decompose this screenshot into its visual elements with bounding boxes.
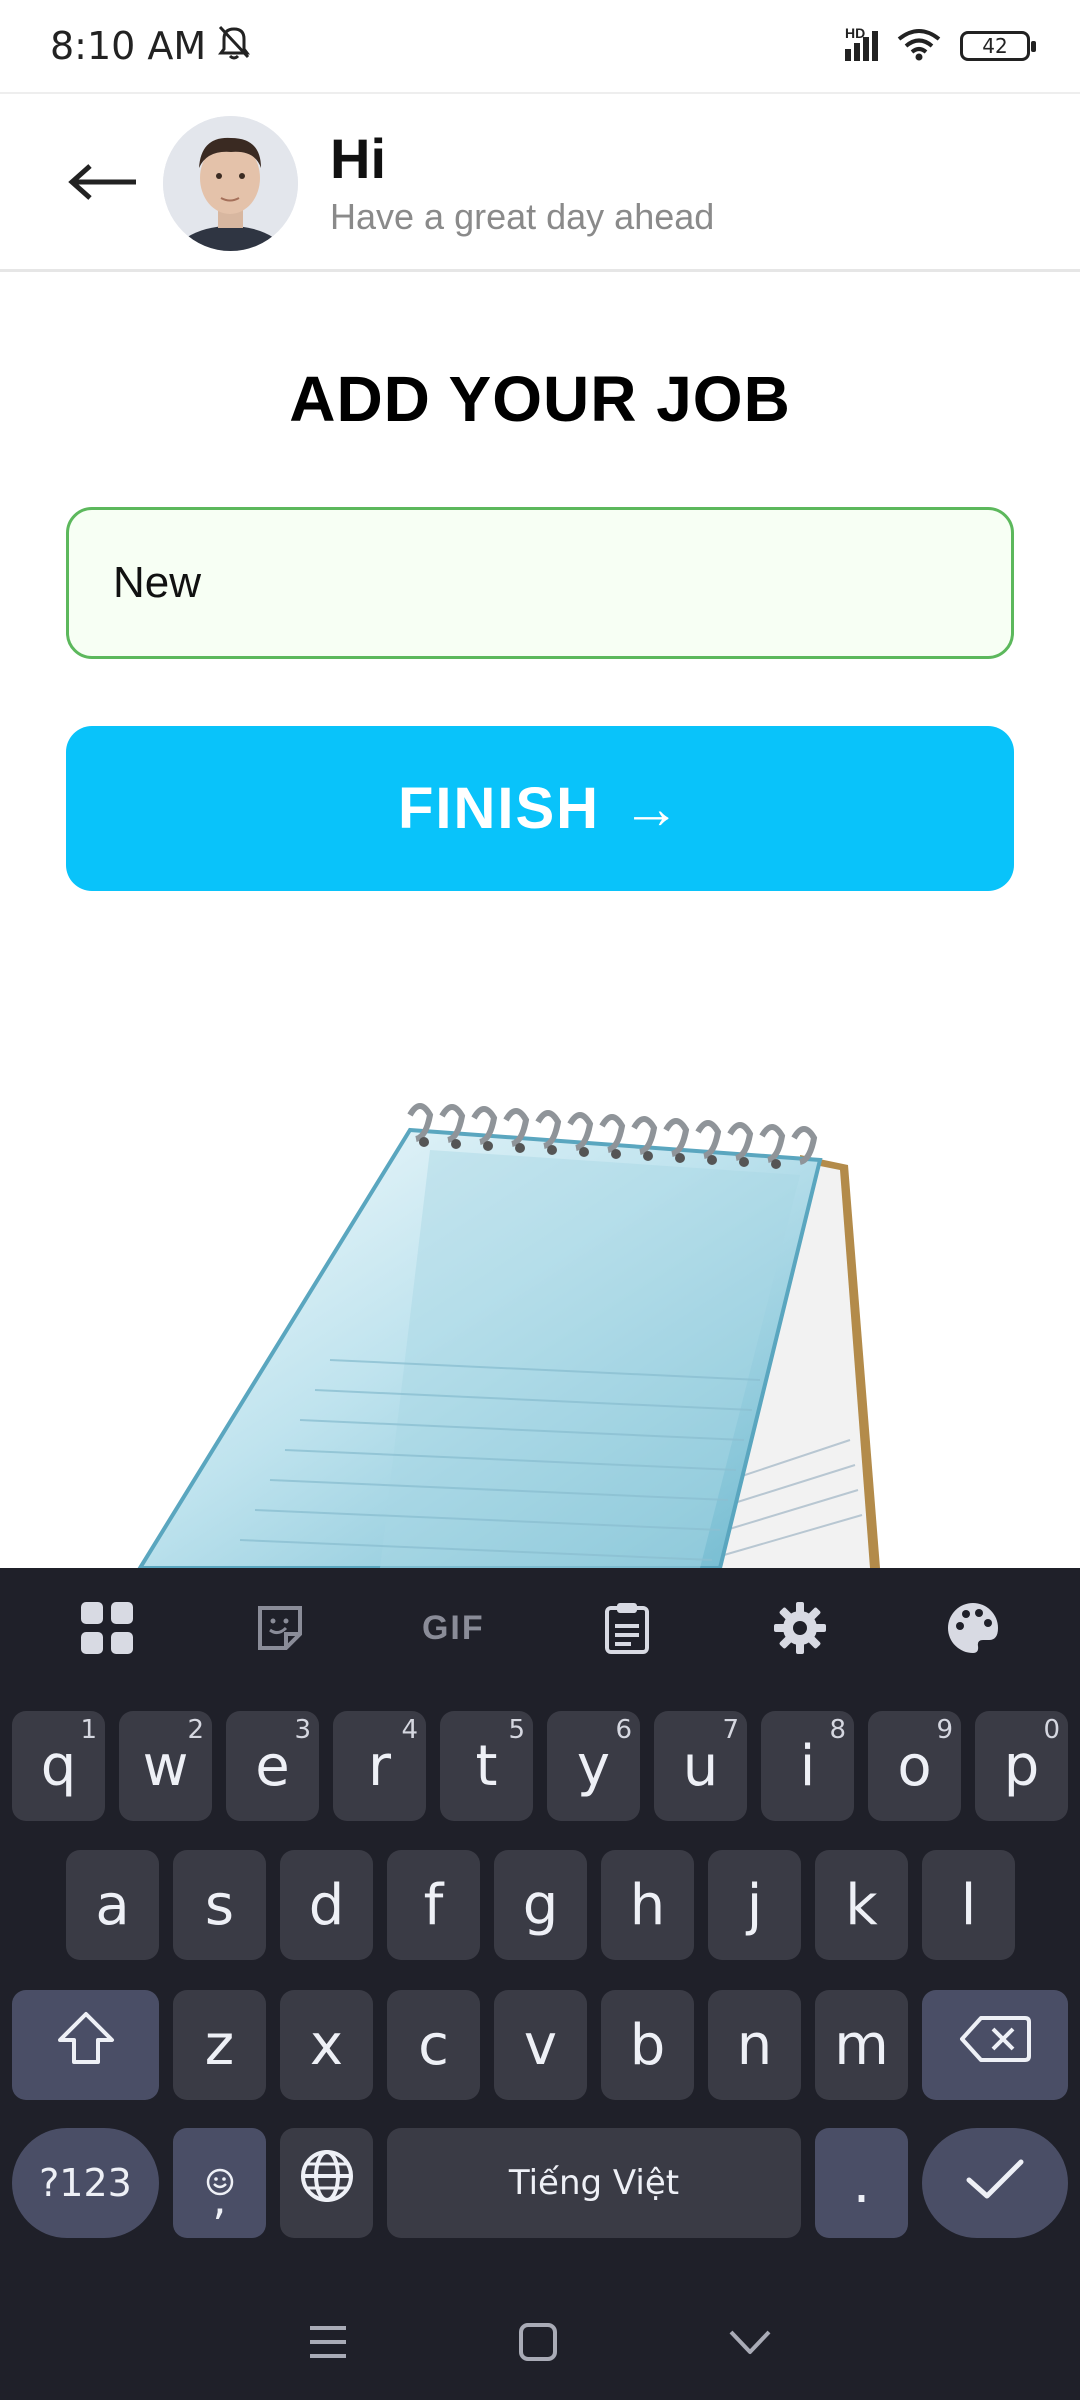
key-p[interactable]: p0	[975, 1711, 1068, 1821]
key-u[interactable]: u7	[654, 1711, 747, 1821]
soft-keyboard: GIF q1 w2 e3 r4 t5 y6 u7 i8 o9 p0 a s d …	[0, 1568, 1080, 2400]
notepad-illustration	[0, 1060, 1080, 1568]
key-label: i	[799, 1733, 816, 1799]
key-hint: 0	[1043, 1715, 1060, 1745]
menu-icon[interactable]	[308, 2324, 348, 2365]
backspace-icon	[959, 2013, 1031, 2078]
key-w[interactable]: w2	[119, 1711, 212, 1821]
key-q[interactable]: q1	[12, 1711, 105, 1821]
key-b[interactable]: b	[601, 1990, 694, 2100]
key-hint: 6	[615, 1715, 632, 1745]
job-name-input[interactable]	[66, 507, 1014, 659]
key-f[interactable]: f	[387, 1850, 480, 1960]
key-hint: 9	[936, 1715, 953, 1745]
key-hint: 4	[401, 1715, 418, 1745]
gif-icon[interactable]: GIF	[413, 1588, 493, 1668]
language-key[interactable]	[280, 2128, 373, 2238]
key-h[interactable]: h	[601, 1850, 694, 1960]
key-hint: 7	[722, 1715, 739, 1745]
symbols-key[interactable]: ?123	[12, 2128, 159, 2238]
space-key[interactable]: Tiếng Việt	[387, 2128, 801, 2238]
key-label: u	[682, 1733, 719, 1799]
key-label: e	[255, 1733, 290, 1799]
key-g[interactable]: g	[494, 1850, 587, 1960]
key-m[interactable]: m	[815, 1990, 908, 2100]
key-hint: 5	[508, 1715, 525, 1745]
hd-badge: HD	[845, 25, 866, 41]
system-nav-bar	[0, 2288, 1080, 2400]
key-k[interactable]: k	[815, 1850, 908, 1960]
keyboard-row-2: a s d f g h j k l	[0, 1850, 1080, 1962]
globe-icon	[299, 2148, 355, 2218]
key-c[interactable]: c	[387, 1990, 480, 2100]
key-v[interactable]: v	[494, 1990, 587, 2100]
bell-muted-icon	[216, 23, 252, 70]
key-label: y	[576, 1733, 611, 1799]
cellular-signal-icon: HD	[845, 25, 878, 61]
battery-icon: 42	[960, 31, 1036, 61]
shift-icon	[56, 2010, 116, 2080]
key-label: o	[897, 1733, 932, 1799]
checkmark-icon	[965, 2151, 1025, 2216]
key-x[interactable]: x	[280, 1990, 373, 2100]
key-label: q	[40, 1733, 77, 1799]
backspace-key[interactable]	[922, 1990, 1068, 2100]
key-s[interactable]: s	[173, 1850, 266, 1960]
emoji-comma-key[interactable]: ,	[173, 2128, 266, 2238]
key-r[interactable]: r4	[333, 1711, 426, 1821]
key-hint: 8	[829, 1715, 846, 1745]
keyboard-row-3: z x c v b n m	[0, 1990, 1080, 2102]
key-y[interactable]: y6	[547, 1711, 640, 1821]
keyboard-toolbar: GIF	[0, 1568, 1080, 1688]
greeting-subtitle: Have a great day ahead	[330, 196, 715, 237]
status-bar: 8:10 AM HD 42	[0, 0, 1080, 92]
key-label: w	[142, 1733, 189, 1799]
gif-label: GIF	[421, 1608, 485, 1647]
period-key[interactable]: .	[815, 2128, 908, 2238]
keyboard-row-4: ?123 , Tiếng Việt .	[0, 2128, 1080, 2240]
key-o[interactable]: o9	[868, 1711, 961, 1821]
key-label: t	[475, 1733, 498, 1799]
key-i[interactable]: i8	[761, 1711, 854, 1821]
palette-icon[interactable]	[933, 1588, 1013, 1668]
back-button[interactable]	[58, 149, 148, 219]
avatar	[163, 116, 298, 251]
key-label: p	[1003, 1733, 1040, 1799]
wifi-icon	[896, 27, 942, 66]
key-label: r	[367, 1733, 392, 1799]
comma-label: ,	[212, 2174, 227, 2225]
key-hint: 1	[80, 1715, 97, 1745]
arrow-right-icon: →	[622, 776, 683, 841]
status-time: 8:10 AM	[50, 24, 207, 68]
finish-button[interactable]: FINISH →	[66, 726, 1014, 891]
key-t[interactable]: t5	[440, 1711, 533, 1821]
key-j[interactable]: j	[708, 1850, 801, 1960]
key-l[interactable]: l	[922, 1850, 1015, 1960]
key-hint: 2	[187, 1715, 204, 1745]
apps-grid-icon[interactable]	[67, 1588, 147, 1668]
key-z[interactable]: z	[173, 1990, 266, 2100]
sticker-icon[interactable]	[240, 1588, 320, 1668]
shift-key[interactable]	[12, 1990, 159, 2100]
greeting-title: Hi	[330, 127, 386, 190]
enter-key[interactable]	[922, 2128, 1068, 2238]
key-d[interactable]: d	[280, 1850, 373, 1960]
status-left: 8:10 AM	[50, 23, 252, 70]
key-e[interactable]: e3	[226, 1711, 319, 1821]
app-header: Hi Have a great day ahead	[0, 92, 1080, 272]
page-title: ADD YOUR JOB	[289, 363, 791, 435]
key-n[interactable]: n	[708, 1990, 801, 2100]
gear-icon[interactable]	[760, 1588, 840, 1668]
arrow-left-icon	[66, 162, 140, 207]
key-hint: 3	[294, 1715, 311, 1745]
finish-label: FINISH	[397, 776, 601, 841]
keyboard-row-1: q1 w2 e3 r4 t5 y6 u7 i8 o9 p0	[0, 1711, 1080, 1823]
chevron-down-icon[interactable]	[728, 2328, 772, 2361]
status-right: HD 42	[845, 25, 1036, 66]
clipboard-icon[interactable]	[587, 1588, 667, 1668]
home-icon[interactable]	[518, 2322, 558, 2367]
key-a[interactable]: a	[66, 1850, 159, 1960]
